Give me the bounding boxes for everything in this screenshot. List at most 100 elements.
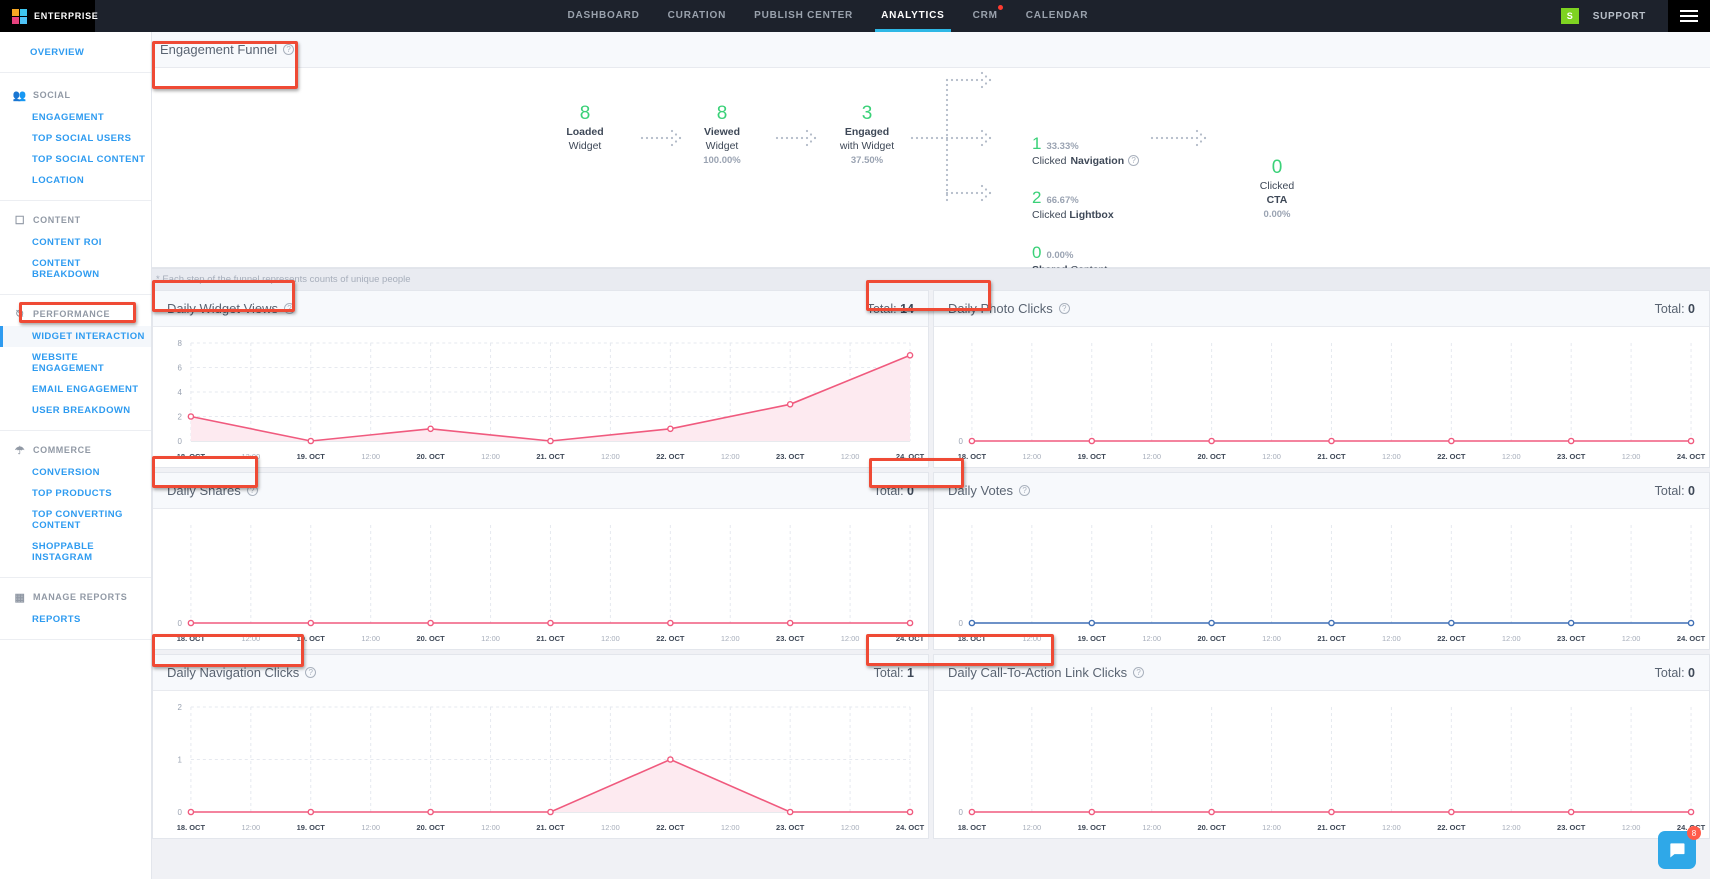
svg-text:0: 0	[177, 619, 182, 628]
sidebar-group-title: COMMERCE	[33, 445, 91, 455]
svg-text:19. OCT: 19. OCT	[1078, 634, 1107, 643]
avatar[interactable]: S	[1561, 8, 1579, 24]
sidebar-item-conversion[interactable]: CONVERSION	[0, 462, 151, 483]
svg-text:12:00: 12:00	[481, 823, 500, 832]
svg-text:12:00: 12:00	[1022, 634, 1041, 643]
chart-total-value: 1	[907, 666, 914, 680]
chart-title: Daily Shares	[167, 483, 241, 498]
svg-text:20. OCT: 20. OCT	[416, 823, 445, 832]
chart-total-label: Total:	[874, 666, 904, 680]
chat-support-button[interactable]: 8	[1658, 831, 1696, 869]
svg-text:12:00: 12:00	[721, 634, 740, 643]
chart-total: Total: 0	[1655, 666, 1695, 680]
engagement-funnel-title-wrap: Engagement Funnel ?	[160, 42, 294, 57]
sidebar-item-email-engagement[interactable]: EMAIL ENGAGEMENT	[0, 379, 151, 400]
sidebar-group-header: ☂COMMERCE	[0, 438, 151, 462]
support-link[interactable]: SUPPORT	[1593, 11, 1646, 22]
svg-text:0: 0	[958, 808, 963, 817]
help-icon[interactable]: ?	[247, 485, 258, 496]
help-icon[interactable]: ?	[305, 667, 316, 678]
sidebar-item-top-products[interactable]: TOP PRODUCTS	[0, 483, 151, 504]
svg-text:22. OCT: 22. OCT	[1437, 634, 1466, 643]
sidebar-group-header: ☐CONTENT	[0, 208, 151, 232]
sidebar-item-user-breakdown[interactable]: USER BREAKDOWN	[0, 400, 151, 421]
sidebar-item-content-breakdown[interactable]: CONTENT BREAKDOWN	[0, 253, 151, 285]
help-icon[interactable]: ?	[1019, 485, 1030, 496]
sidebar-group-performance: ⍉PERFORMANCEWIDGET INTERACTIONWEBSITE EN…	[0, 295, 151, 431]
svg-text:12:00: 12:00	[1502, 452, 1521, 461]
brand-logo-area[interactable]: ENTERPRISE	[0, 0, 95, 32]
svg-text:12:00: 12:00	[1502, 823, 1521, 832]
help-icon[interactable]: ?	[1133, 667, 1144, 678]
chart-card-header: Daily Widget Views?Total: 14	[153, 291, 928, 327]
sidebar-item-top-social-content[interactable]: TOP SOCIAL CONTENT	[0, 149, 151, 170]
funnel-branch-clicked-navigation: 1 33.33% ClickedNavigation ?	[1032, 135, 1139, 168]
chart-total-label: Total:	[874, 484, 904, 498]
sidebar-item-engagement[interactable]: ENGAGEMENT	[0, 107, 151, 128]
svg-text:12:00: 12:00	[1262, 452, 1281, 461]
funnel-cta-percent: 0.00%	[1227, 209, 1327, 220]
nav-item-crm[interactable]: CRM	[973, 0, 998, 32]
svg-text:19. OCT: 19. OCT	[1078, 452, 1107, 461]
sidebar-item-overview[interactable]: OVERVIEW	[0, 42, 151, 63]
help-icon[interactable]: ?	[283, 44, 294, 55]
nav-item-dashboard[interactable]: DASHBOARD	[567, 0, 639, 32]
sidebar-item-website-engagement[interactable]: WEBSITE ENGAGEMENT	[0, 347, 151, 379]
chart-card-daily-widget-views: Daily Widget Views?Total: 140246818. OCT…	[152, 290, 929, 468]
svg-text:20. OCT: 20. OCT	[1197, 823, 1226, 832]
help-icon[interactable]: ?	[1128, 155, 1139, 166]
svg-text:12:00: 12:00	[841, 823, 860, 832]
sidebar-item-top-social-users[interactable]: TOP SOCIAL USERS	[0, 128, 151, 149]
nav-item-publish-center[interactable]: PUBLISH CENTER	[754, 0, 853, 32]
svg-text:12:00: 12:00	[241, 634, 260, 643]
sidebar-group-header: ▦MANAGE REPORTS	[0, 585, 151, 609]
nav-item-calendar[interactable]: CALENDAR	[1026, 0, 1089, 32]
chart-card-header: Daily Photo Clicks?Total: 0	[934, 291, 1709, 327]
svg-text:12:00: 12:00	[1382, 823, 1401, 832]
svg-text:1: 1	[177, 755, 182, 764]
svg-text:2: 2	[177, 412, 182, 421]
funnel-step-label: LoadedWidget	[540, 125, 630, 153]
sidebar-item-widget-interaction[interactable]: WIDGET INTERACTION	[0, 326, 151, 347]
funnel-step-percent: 37.50%	[812, 155, 922, 166]
engagement-funnel-card: Engagement Funnel ? 8 LoadedWidget 8 Vie…	[152, 32, 1710, 268]
svg-text:12:00: 12:00	[361, 634, 380, 643]
nav-item-curation[interactable]: CURATION	[668, 0, 726, 32]
svg-text:19. OCT: 19. OCT	[1078, 823, 1107, 832]
nav-item-label: CALENDAR	[1026, 10, 1089, 21]
chart-total-value: 0	[1688, 302, 1695, 316]
svg-text:8: 8	[177, 339, 182, 348]
funnel-branch-label: Clicked Lightbox	[1032, 208, 1114, 222]
sidebar-item-content-roi[interactable]: CONTENT ROI	[0, 232, 151, 253]
help-icon[interactable]: ?	[284, 303, 295, 314]
sidebar-item-reports[interactable]: REPORTS	[0, 609, 151, 630]
funnel-step-label: Engagedwith Widget	[812, 125, 922, 153]
chart-plot-area: 018. OCT12:0019. OCT12:0020. OCT12:0021.…	[934, 691, 1709, 838]
svg-text:19. OCT: 19. OCT	[297, 452, 326, 461]
svg-text:12:00: 12:00	[841, 634, 860, 643]
svg-text:12:00: 12:00	[601, 823, 620, 832]
charts-row: Daily Widget Views?Total: 140246818. OCT…	[152, 290, 1710, 468]
sidebar-group-title: CONTENT	[33, 215, 81, 225]
sidebar-item-top-converting-content[interactable]: TOP CONVERTING CONTENT	[0, 504, 151, 536]
nav-item-analytics[interactable]: ANALYTICS	[881, 0, 945, 32]
svg-text:12:00: 12:00	[1022, 452, 1041, 461]
svg-text:21. OCT: 21. OCT	[1317, 452, 1346, 461]
chart-plot-area: 018. OCT12:0019. OCT12:0020. OCT12:0021.…	[934, 327, 1709, 467]
svg-text:0: 0	[177, 437, 182, 446]
help-icon[interactable]: ?	[1059, 303, 1070, 314]
svg-text:20. OCT: 20. OCT	[416, 634, 445, 643]
svg-text:12:00: 12:00	[1502, 634, 1521, 643]
svg-text:24. OCT: 24. OCT	[896, 823, 925, 832]
sidebar-item-location[interactable]: LOCATION	[0, 170, 151, 191]
funnel-branch-value: 1	[1032, 135, 1041, 154]
chart-title-wrap: Daily Shares?	[167, 483, 258, 498]
engagement-funnel-title: Engagement Funnel	[160, 42, 277, 57]
svg-text:0: 0	[958, 619, 963, 628]
funnel-step-viewed-widget: 8 ViewedWidget 100.00%	[677, 104, 767, 166]
engagement-funnel-header: Engagement Funnel ?	[152, 32, 1710, 68]
people-icon: 👥	[14, 89, 26, 101]
nav-item-label: CRM	[973, 10, 998, 21]
hamburger-menu-icon[interactable]	[1668, 0, 1710, 32]
sidebar-item-shoppable-instagram[interactable]: SHOPPABLE INSTAGRAM	[0, 536, 151, 568]
